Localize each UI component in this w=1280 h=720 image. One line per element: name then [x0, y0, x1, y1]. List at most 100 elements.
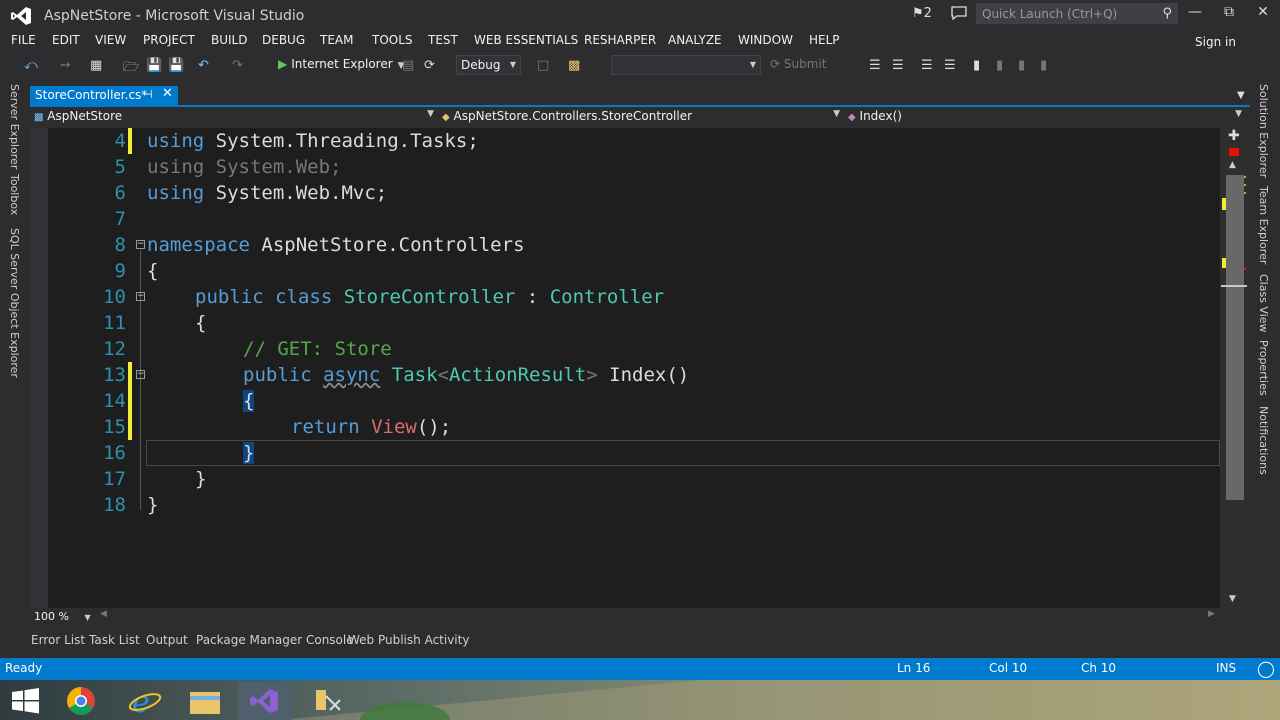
menu-project[interactable]: PROJECT	[143, 33, 195, 47]
file-explorer-icon[interactable]	[178, 682, 232, 720]
code-editor[interactable]: 4 5 6 7 8 9 10 11 12 13 14 15 16 17 18 −…	[30, 128, 1220, 608]
submit-button[interactable]: ⟳ Submit	[770, 57, 826, 71]
bottom-tool-window-tabs: Error List Task List Output Package Mana…	[28, 630, 1250, 652]
tab-overflow-chevron-down-icon[interactable]: ▼	[1237, 90, 1245, 101]
wallpaper-decoration	[280, 680, 1280, 720]
team-explorer-tab[interactable]: Team Explorer	[1257, 186, 1270, 264]
chevron-down-icon: ▼	[1235, 109, 1242, 119]
code-line-6: using System.Web.Mvc;	[147, 182, 388, 204]
notification-count: 2	[923, 6, 932, 21]
menu-help[interactable]: HELP	[809, 33, 840, 47]
navigate-back-icon[interactable]: ⤺	[24, 58, 38, 73]
uncomment-icon[interactable]: ☰	[944, 58, 956, 73]
redo-icon[interactable]: ↷	[232, 58, 243, 73]
sign-in-link[interactable]: Sign in	[1195, 35, 1236, 49]
notifications-button[interactable]: ⚑2	[912, 6, 932, 21]
scroll-right-icon[interactable]: ▶	[1208, 609, 1215, 619]
open-file-icon[interactable]: 🗁	[123, 58, 139, 80]
publish-status-icon[interactable]: ◯	[1257, 659, 1275, 678]
save-icon[interactable]: 💾	[146, 58, 162, 73]
scroll-left-icon[interactable]: ◀	[100, 609, 107, 619]
start-windows-icon[interactable]	[0, 682, 54, 720]
chevron-down-icon: ▼	[509, 60, 516, 69]
package-manager-console-tab[interactable]: Package Manager Console	[196, 633, 354, 647]
code-line-18: }	[147, 494, 159, 516]
output-tab[interactable]: Output	[146, 633, 188, 647]
line-number: 13	[103, 364, 126, 386]
server-explorer-tab[interactable]: Server Explorer	[8, 84, 21, 169]
find-in-files-icon[interactable]: □	[537, 58, 549, 73]
pin-icon[interactable]: ⊣	[143, 88, 153, 101]
new-project-icon[interactable]: ▦	[90, 58, 102, 73]
restore-button[interactable]: ⧉	[1212, 4, 1246, 24]
menu-file[interactable]: FILE	[11, 33, 36, 47]
sql-server-object-explorer-tab[interactable]: SQL Server Object Explorer	[8, 228, 21, 378]
scroll-down-icon[interactable]: ▼	[1229, 594, 1236, 604]
start-debugging-button[interactable]: ▶ Internet Explorer ▼	[278, 57, 405, 71]
properties-tab[interactable]: Properties	[1257, 340, 1270, 396]
chrome-icon[interactable]	[54, 682, 108, 720]
menu-team[interactable]: TEAM	[320, 33, 353, 47]
menu-analyze[interactable]: ANALYZE	[668, 33, 722, 47]
menu-build[interactable]: BUILD	[211, 33, 247, 47]
next-bookmark-icon[interactable]: ▮	[1018, 58, 1025, 73]
task-list-tab[interactable]: Task List	[89, 633, 140, 647]
class-icon: ◆	[442, 112, 450, 123]
quick-launch-input[interactable]: Quick Launch (Ctrl+Q) ⚲	[976, 3, 1178, 24]
collapse-namespace-icon[interactable]: −	[136, 240, 145, 249]
menu-edit[interactable]: EDIT	[52, 33, 80, 47]
menu-window[interactable]: WINDOW	[738, 33, 793, 47]
close-tab-icon[interactable]: ✕	[162, 86, 173, 101]
menu-web-essentials[interactable]: WEB ESSENTIALS	[474, 33, 578, 47]
horizontal-scrollbar[interactable]: ◀ ▶	[30, 608, 1250, 625]
status-line: Ln 16	[897, 661, 931, 675]
refresh-icon[interactable]: ⟳	[424, 58, 435, 73]
close-window-button[interactable]: ✕	[1246, 4, 1280, 24]
collapse-class-icon[interactable]: −	[136, 292, 145, 301]
error-list-tab[interactable]: Error List	[31, 633, 85, 647]
notifications-tab[interactable]: Notifications	[1257, 406, 1270, 475]
code-line-9: {	[147, 260, 159, 282]
minimize-button[interactable]: —	[1178, 4, 1212, 24]
visual-studio-taskbar-icon[interactable]	[238, 682, 292, 720]
menu-test[interactable]: TEST	[428, 33, 458, 47]
zoom-level-select[interactable]: 100 % ▼	[34, 610, 91, 623]
comment-out-icon[interactable]: ☰	[921, 58, 933, 73]
solution-explorer-tab[interactable]: Solution Explorer	[1257, 84, 1270, 178]
menu-debug[interactable]: DEBUG	[262, 33, 305, 47]
outdent-icon[interactable]: ☰	[892, 58, 904, 73]
type-dropdown[interactable]: ◆ AspNetStore.Controllers.StoreControlle…	[442, 109, 840, 126]
collapse-method-icon[interactable]: −	[136, 370, 145, 379]
previous-bookmark-icon[interactable]: ▮	[996, 58, 1003, 73]
feedback-icon[interactable]	[950, 5, 968, 21]
scroll-up-icon[interactable]: ▲	[1229, 160, 1236, 170]
document-tab-label: StoreController.cs*	[35, 88, 148, 102]
bookmark-icon[interactable]: ▮	[973, 58, 980, 73]
internet-explorer-icon[interactable]: e	[118, 682, 172, 720]
project-dropdown[interactable]: ▩ AspNetStore ▼	[34, 109, 434, 126]
member-dropdown[interactable]: ◆ Index() ▼	[848, 109, 1242, 126]
solution-explorer-icon[interactable]: ▩	[568, 58, 580, 73]
browser-link-icon[interactable]: ▤	[402, 58, 414, 73]
undo-icon[interactable]: ↶	[198, 58, 209, 73]
menu-resharper[interactable]: RESHARPER	[584, 33, 656, 47]
menu-view[interactable]: VIEW	[95, 33, 126, 47]
navigate-forward-icon[interactable]: ➙	[60, 58, 71, 73]
save-all-icon[interactable]: 💾	[168, 58, 184, 73]
class-view-tab[interactable]: Class View	[1257, 274, 1270, 333]
line-number: 12	[103, 338, 126, 360]
web-publish-activity-tab[interactable]: Web Publish Activity	[348, 633, 469, 647]
vertical-scroll-thumb[interactable]	[1226, 175, 1244, 500]
solution-configuration-select[interactable]: Debug ▼	[456, 55, 521, 75]
toolbox-tab[interactable]: Toolbox	[8, 174, 21, 215]
document-tab-storecontroller[interactable]: StoreController.cs* ⊣ ✕	[30, 86, 178, 105]
tools-app-icon[interactable]	[300, 682, 354, 720]
menu-tools[interactable]: TOOLS	[372, 33, 413, 47]
line-number: 16	[103, 442, 126, 464]
navigation-bar: ▩ AspNetStore ▼ ◆ AspNetStore.Controller…	[30, 107, 1250, 127]
align-left-icon[interactable]: ☰	[869, 58, 881, 73]
split-window-icon[interactable]: ✚	[1228, 128, 1240, 144]
code-line-10: public class StoreController : Controlle…	[195, 286, 665, 308]
clear-bookmarks-icon[interactable]: ▮	[1040, 58, 1047, 73]
platform-select[interactable]: ▼	[611, 55, 761, 75]
